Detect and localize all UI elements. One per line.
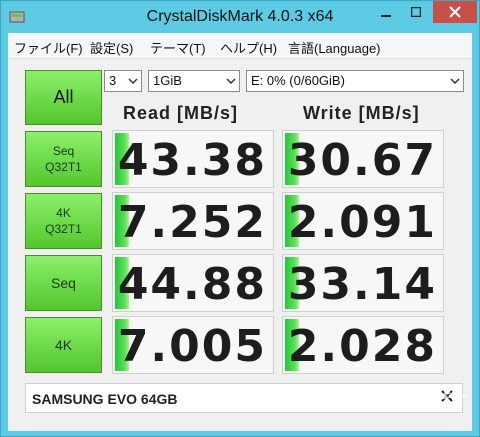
menu-help[interactable]: ヘルプ(H)	[220, 38, 277, 57]
read-value: 43.38	[117, 135, 267, 186]
main-panel: ファイル(F) 設定(S) テーマ(T) ヘルプ(H) 言語(Language)…	[8, 33, 472, 431]
write-value: 33.14	[287, 259, 437, 310]
test-count-value: 3	[109, 73, 117, 88]
chevron-down-icon	[226, 78, 236, 85]
read-result-cell: 7.005	[112, 316, 274, 374]
read-header: Read [MB/s]	[123, 103, 239, 123]
row-label-line2: Q32T1	[45, 222, 82, 236]
maximize-button[interactable]	[402, 1, 430, 23]
drive-select[interactable]: E: 0% (0/60GiB)	[246, 70, 464, 92]
read-result-cell: 44.88	[112, 254, 274, 312]
row-label-line1: 4K	[56, 206, 71, 220]
write-header: Write [MB/s]	[303, 103, 420, 123]
seq-button[interactable]: Seq	[25, 255, 102, 311]
test-size-select[interactable]: 1GiB	[148, 70, 240, 92]
write-result-cell: 33.14	[282, 254, 444, 312]
read-result-cell: 43.38	[112, 130, 274, 188]
read-value: 44.88	[117, 259, 267, 310]
all-button[interactable]: All	[25, 70, 102, 125]
write-result-cell: 2.091	[282, 192, 444, 250]
row-label-line2: Q32T1	[45, 160, 82, 174]
write-value: 2.091	[287, 197, 437, 248]
write-result-cell: 30.67	[282, 130, 444, 188]
menu-bar: ファイル(F) 設定(S) テーマ(T) ヘルプ(H) 言語(Language)	[8, 33, 472, 59]
close-button[interactable]	[433, 1, 477, 23]
chevron-down-icon	[128, 78, 138, 85]
maximize-icon	[411, 7, 421, 17]
test-size-value: 1GiB	[153, 73, 182, 88]
read-result-cell: 7.252	[112, 192, 274, 250]
row-label-line1: 4K	[54, 337, 73, 353]
menu-settings[interactable]: 設定(S)	[90, 38, 133, 57]
drive-value: E: 0% (0/60GiB)	[251, 73, 345, 88]
watermark: 週刊アスキー	[379, 389, 469, 405]
minimize-icon	[381, 15, 391, 17]
title-bar[interactable]: CrystalDiskMark 4.0.3 x64	[1, 1, 479, 33]
minimize-button[interactable]	[372, 1, 400, 23]
menu-theme[interactable]: テーマ(T)	[150, 38, 206, 57]
read-value: 7.252	[117, 197, 267, 248]
chevron-down-icon	[450, 78, 460, 85]
app-window: CrystalDiskMark 4.0.3 x64 ファイル(F) 設定(S) …	[0, 0, 480, 437]
4k-button[interactable]: 4K	[25, 317, 102, 373]
write-result-cell: 2.028	[282, 316, 444, 374]
menu-file[interactable]: ファイル(F)	[14, 38, 83, 57]
4k-q32t1-button[interactable]: 4K Q32T1	[25, 193, 102, 249]
write-value: 30.67	[287, 135, 437, 186]
seq-q32t1-button[interactable]: Seq Q32T1	[25, 131, 102, 187]
read-value: 7.005	[117, 321, 267, 372]
comment-text: SAMSUNG EVO 64GB	[32, 391, 178, 407]
row-label-line1: Seq	[51, 275, 76, 291]
close-icon	[449, 6, 461, 18]
test-count-select[interactable]: 3	[104, 70, 142, 92]
write-value: 2.028	[287, 321, 437, 372]
row-label-line1: Seq	[52, 144, 75, 158]
menu-language[interactable]: 言語(Language)	[288, 38, 381, 57]
